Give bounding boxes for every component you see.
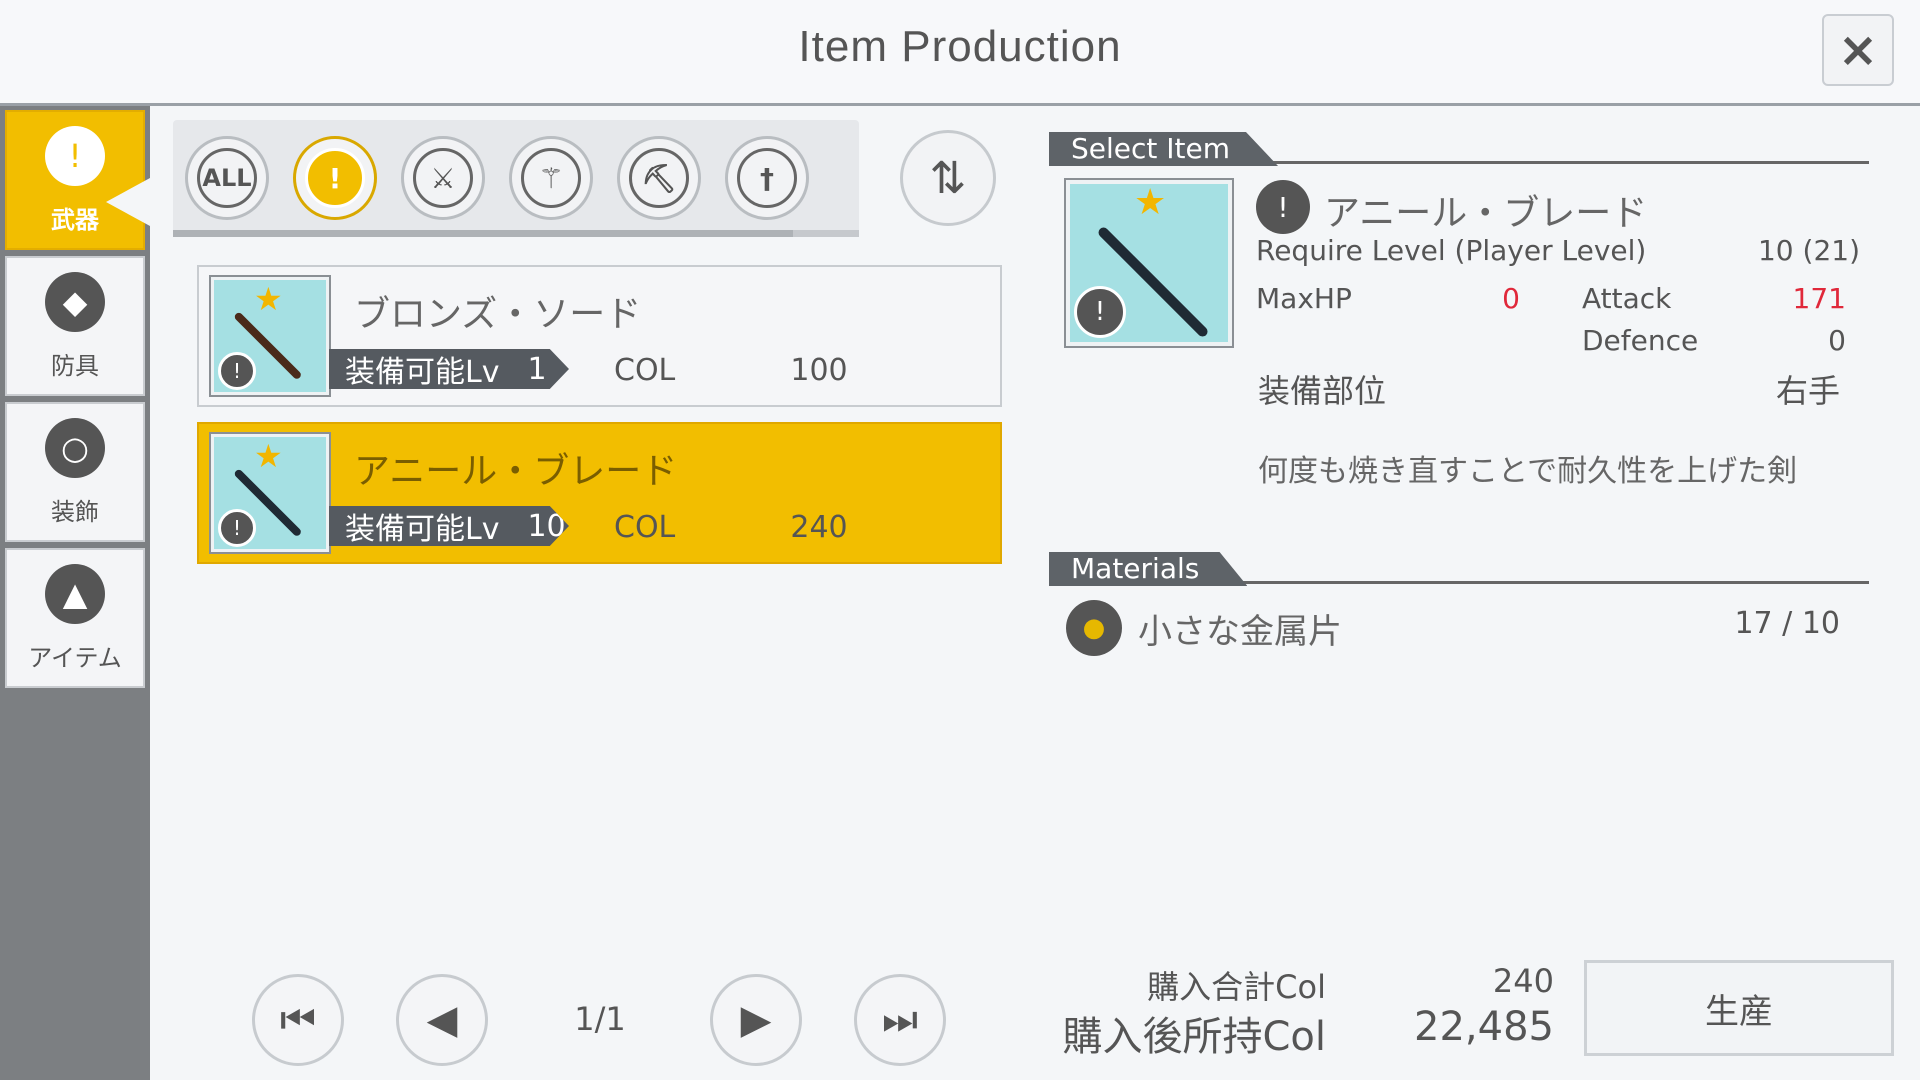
sort-icon: ⇅ [929,152,967,204]
item-description: 何度も焼き直すことで耐久性を上げた剣 [1258,454,1798,489]
total-col-label: 購入合計Col [1147,968,1326,1006]
section-title: Select Item [1049,132,1279,166]
category-pointer [106,178,150,226]
next-page-button[interactable]: ▶ [710,974,802,1066]
rapier-icon: ⚔ [413,148,473,208]
slot-label: 装備部位 [1258,372,1387,410]
sword-type-icon: ! [1074,286,1126,338]
maxhp-value: 0 [1502,282,1520,315]
star-icon: ★ [254,437,283,475]
col-label: COL [614,510,676,545]
category-label: アイテム [28,644,122,672]
skip-first-icon: ⏮ [280,997,316,1043]
item-thumbnail: ★ ! [211,434,329,552]
col-value: 100 [790,353,848,388]
section-title: Materials [1049,552,1248,586]
require-level-label: Require Level (Player Level) [1256,234,1647,267]
category-label: 武器 [51,206,99,234]
filter-axe-button[interactable]: ⛏ [617,136,701,220]
ring-icon: ○ [45,418,105,478]
page-indicator: 1/1 [574,1000,626,1038]
material-name: 小さな金属片 [1138,612,1342,652]
filter-spear-button[interactable]: † [725,136,809,220]
sword-type-icon: ! [218,509,256,547]
col-label: COL [614,353,676,388]
after-col-label: 購入後所持Col [1062,1014,1326,1060]
prev-icon: ◀ [426,997,458,1043]
total-col-value: 240 [1492,962,1554,1000]
filter-mace-button[interactable]: ⚚ [509,136,593,220]
category-item[interactable]: ▲ アイテム [5,548,145,688]
item-name: ブロンズ・ソード [354,294,642,335]
level-value: 1 [527,351,547,387]
category-label: 装飾 [51,498,99,526]
star-icon: ★ [1134,182,1167,223]
attack-value: 171 [1792,282,1846,315]
armor-icon: ◆ [45,272,105,332]
slot-value: 右手 [1775,372,1840,410]
pouch-icon: ● [1066,600,1122,656]
require-level-value: 10 (21) [1757,234,1860,267]
close-button[interactable]: × [1822,14,1894,86]
sort-button[interactable]: ⇅ [900,130,996,226]
category-armor[interactable]: ◆ 防具 [5,256,145,396]
item-row-anneal-blade[interactable]: ★ ! アニール・ブレード 装備可能Lv 10 COL 240 [197,422,1002,564]
required-level-bar: 装備可能Lv 10 [329,506,569,546]
produce-button[interactable]: 生産 [1584,960,1894,1056]
item-row-bronze-sword[interactable]: ★ ! ブロンズ・ソード 装備可能Lv 1 COL 100 [197,265,1002,407]
header-bar: Item Production × [0,0,1920,106]
level-label: 装備可能Lv [345,512,500,547]
category-label: 防具 [51,352,99,380]
last-page-button[interactable]: ⏭ [854,974,946,1066]
defence-label: Defence [1582,324,1699,357]
selected-item-thumbnail: ★ ! [1066,180,1232,346]
filter-rapier-button[interactable]: ⚔ [401,136,485,220]
prev-page-button[interactable]: ◀ [396,974,488,1066]
selected-item-name: アニール・ブレード [1324,193,1648,234]
col-value: 240 [790,510,848,545]
item-thumbnail: ★ ! [211,277,329,395]
page-title: Item Production [798,22,1122,71]
defence-value: 0 [1828,324,1846,357]
first-page-button[interactable]: ⏮ [252,974,344,1066]
spear-icon: † [737,148,797,208]
one-handed-sword-icon: ! [1256,180,1310,234]
after-col-value: 22,485 [1414,1004,1554,1050]
star-icon: ★ [254,280,283,318]
category-sidebar: ! 武器 ◆ 防具 ○ 装飾 ▲ アイテム [0,106,150,1080]
attack-label: Attack [1582,282,1672,315]
close-icon: × [1837,22,1879,78]
filter-all-button[interactable]: ALL [185,136,269,220]
material-count: 17 / 10 [1734,606,1840,641]
all-icon: ALL [197,148,257,208]
sword-icon: ! [45,126,105,186]
level-value: 10 [527,508,566,544]
level-label: 装備可能Lv [345,355,500,390]
materials-header: Materials [1049,552,1869,586]
produce-label: 生産 [1705,991,1773,1032]
maxhp-label: MaxHP [1256,282,1352,315]
filter-one-handed-sword-button[interactable]: ! [293,136,377,220]
mace-icon: ⚚ [521,148,581,208]
filter-scrollbar[interactable] [173,230,859,237]
item-name: アニール・ブレード [354,451,678,492]
bottle-icon: ▲ [45,564,105,624]
axe-icon: ⛏ [629,148,689,208]
category-accessory[interactable]: ○ 装飾 [5,402,145,542]
skip-last-icon: ⏭ [882,997,918,1043]
next-icon: ▶ [740,997,772,1043]
sword-type-icon: ! [218,352,256,390]
one-handed-sword-icon: ! [305,148,365,208]
select-item-header: Select Item [1049,132,1869,166]
required-level-bar: 装備可能Lv 1 [329,349,569,389]
